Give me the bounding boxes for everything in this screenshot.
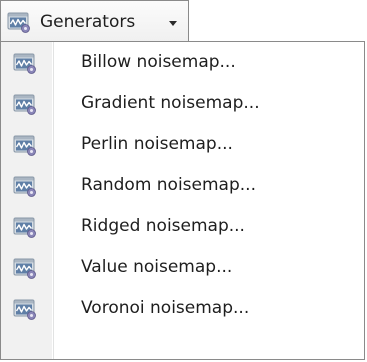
dropdown-caret-icon <box>169 21 177 26</box>
generators-dropdown: Billow noisemap... Gradient noisemap... … <box>0 41 365 360</box>
menu-item-voronoi-noisemap[interactable]: Voronoi noisemap... <box>2 288 363 328</box>
menu-item-billow-noisemap[interactable]: Billow noisemap... <box>2 42 363 82</box>
menu-item-label: Value noisemap... <box>81 257 233 277</box>
menu-item-label: Billow noisemap... <box>81 52 236 72</box>
noisemap-icon <box>13 297 37 321</box>
menu-item-perlin-noisemap[interactable]: Perlin noisemap... <box>2 124 363 164</box>
menu-item-ridged-noisemap[interactable]: Ridged noisemap... <box>2 206 363 246</box>
noisemap-icon <box>13 92 37 116</box>
noisemap-icon <box>13 256 37 280</box>
menu-item-label: Perlin noisemap... <box>81 134 233 154</box>
menu-item-label: Random noisemap... <box>81 175 256 195</box>
menu-item-label: Voronoi noisemap... <box>81 298 250 318</box>
noisemap-icon <box>13 174 37 198</box>
menu-item-gradient-noisemap[interactable]: Gradient noisemap... <box>2 83 363 123</box>
menu-item-random-noisemap[interactable]: Random noisemap... <box>2 165 363 205</box>
noisemap-icon <box>13 133 37 157</box>
menu-item-label: Ridged noisemap... <box>81 216 245 236</box>
generators-menu-screen: Generators Billow noisemap... Gradient n… <box>0 0 367 362</box>
noisemap-icon <box>13 51 37 75</box>
noisemap-icon <box>13 215 37 239</box>
menu-item-label: Gradient noisemap... <box>81 93 260 113</box>
generators-menu-button[interactable]: Generators <box>0 0 189 42</box>
generators-menu-label: Generators <box>40 12 136 32</box>
noisemap-icon <box>7 10 31 34</box>
menu-item-value-noisemap[interactable]: Value noisemap... <box>2 247 363 287</box>
